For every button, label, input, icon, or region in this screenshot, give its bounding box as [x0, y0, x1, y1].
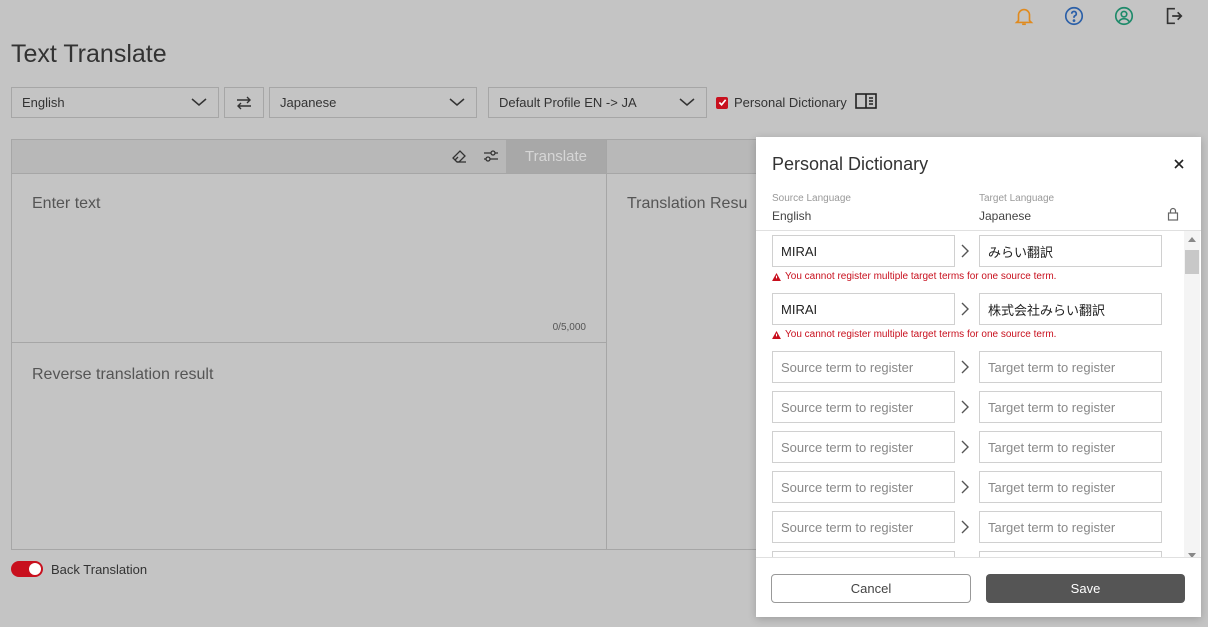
list-item: MIRAI みらい翻訳: [772, 235, 1162, 267]
entry-error-message: You cannot register multiple target term…: [772, 271, 1056, 282]
source-term-input[interactable]: MIRAI: [772, 235, 955, 267]
personal-dictionary-checkbox[interactable]: Personal Dictionary: [716, 95, 847, 110]
cancel-button[interactable]: Cancel: [771, 574, 971, 603]
char-counter: 0/5,000: [552, 322, 586, 333]
chevron-right-icon: [960, 400, 970, 419]
logout-icon[interactable]: [1162, 4, 1186, 28]
target-language-value: Japanese: [280, 95, 337, 110]
modal-title: Personal Dictionary: [772, 154, 929, 174]
source-language-select[interactable]: English: [11, 87, 219, 118]
source-text-panel: Translate Enter text 0/5,000 Reverse tra…: [11, 139, 607, 550]
settings-sliders-icon[interactable]: [482, 148, 500, 169]
scrollbar[interactable]: [1184, 231, 1200, 557]
back-translation-toggle[interactable]: Back Translation: [11, 561, 147, 577]
modal-footer: Cancel Save: [756, 557, 1201, 617]
list-item: Source term to register Target term to r…: [772, 351, 1162, 383]
page-title: Text Translate: [11, 40, 167, 68]
error-text: You cannot register multiple target term…: [785, 271, 1057, 282]
save-button[interactable]: Save: [986, 574, 1185, 603]
source-language-value: English: [772, 209, 812, 223]
target-term-input[interactable]: Target term to register: [979, 511, 1162, 543]
result-panel-header: [607, 140, 766, 174]
open-book-icon[interactable]: [855, 92, 877, 115]
eraser-icon[interactable]: [450, 148, 468, 169]
translation-result-output: Translation Resu: [627, 195, 748, 212]
profile-select[interactable]: Default Profile EN -> JA: [488, 87, 707, 118]
source-term-input[interactable]: Source term to register: [772, 351, 955, 383]
list-item: MIRAI 株式会社みらい翻訳: [772, 293, 1162, 325]
target-language-value: Japanese: [979, 209, 1032, 223]
chevron-right-icon: [960, 244, 970, 263]
target-term-input[interactable]: Target term to register: [979, 471, 1162, 503]
list-item: Source term to register Target term to r…: [772, 511, 1162, 543]
top-icon-bar: [1012, 4, 1186, 28]
source-term-input[interactable]: Source term to register: [772, 431, 955, 463]
toggle-switch[interactable]: [11, 561, 43, 577]
source-term-input[interactable]: Source term to register: [772, 391, 955, 423]
chevron-down-icon: [190, 96, 208, 111]
source-panel-header: Translate: [12, 140, 606, 174]
error-text: You cannot register multiple target term…: [785, 329, 1057, 340]
target-term-input[interactable]: 株式会社みらい翻訳: [979, 293, 1162, 325]
source-language-value: English: [22, 95, 65, 110]
chevron-down-icon: [678, 96, 696, 111]
scroll-up-icon[interactable]: [1188, 237, 1196, 242]
account-icon[interactable]: [1112, 4, 1136, 28]
chevron-right-icon: [960, 302, 970, 321]
target-term-input[interactable]: みらい翻訳: [979, 235, 1162, 267]
target-language-label: Target Language: [979, 193, 1055, 204]
target-term-input[interactable]: Target term to register: [979, 351, 1162, 383]
source-term-input[interactable]: Source term to register: [772, 471, 955, 503]
chevron-right-icon: [960, 480, 970, 499]
target-language-select[interactable]: Japanese: [269, 87, 477, 118]
target-term-input[interactable]: Target term to register: [979, 391, 1162, 423]
dictionary-entry-list: MIRAI みらい翻訳 You cannot register multiple…: [756, 230, 1201, 557]
lock-icon: [1167, 207, 1179, 226]
source-term-input[interactable]: MIRAI: [772, 293, 955, 325]
chevron-right-icon: [960, 520, 970, 539]
list-item: Source term to register Target term to r…: [772, 471, 1162, 503]
entry-error-message: You cannot register multiple target term…: [772, 329, 1056, 340]
source-language-label: Source Language: [772, 193, 851, 204]
swap-languages-button[interactable]: [224, 87, 264, 118]
warning-icon: [772, 272, 781, 281]
close-icon[interactable]: [1173, 157, 1185, 175]
chevron-down-icon: [448, 96, 466, 111]
reverse-translation-output: Reverse translation result: [32, 366, 214, 383]
personal-dictionary-modal: Personal Dictionary Source Language Engl…: [756, 137, 1201, 617]
panel-divider: [12, 342, 606, 343]
list-item: Source term to register Target term to r…: [772, 391, 1162, 423]
help-icon[interactable]: [1062, 4, 1086, 28]
chevron-right-icon: [960, 440, 970, 459]
bell-icon[interactable]: [1012, 4, 1036, 28]
warning-icon: [772, 330, 781, 339]
scroll-thumb[interactable]: [1185, 250, 1199, 274]
source-text-input[interactable]: Enter text: [32, 195, 100, 213]
checkbox-checked-icon[interactable]: [716, 96, 728, 109]
translation-result-panel: Translation Resu: [607, 139, 767, 550]
swap-icon: [237, 96, 251, 109]
profile-value: Default Profile EN -> JA: [499, 95, 637, 110]
back-translation-label: Back Translation: [51, 561, 148, 577]
target-term-input[interactable]: Target term to register: [979, 431, 1162, 463]
chevron-right-icon: [960, 360, 970, 379]
translate-button[interactable]: Translate: [506, 140, 606, 173]
source-term-input[interactable]: Source term to register: [772, 511, 955, 543]
list-item: Source term to register Target term to r…: [772, 431, 1162, 463]
personal-dictionary-label: Personal Dictionary: [734, 95, 847, 110]
